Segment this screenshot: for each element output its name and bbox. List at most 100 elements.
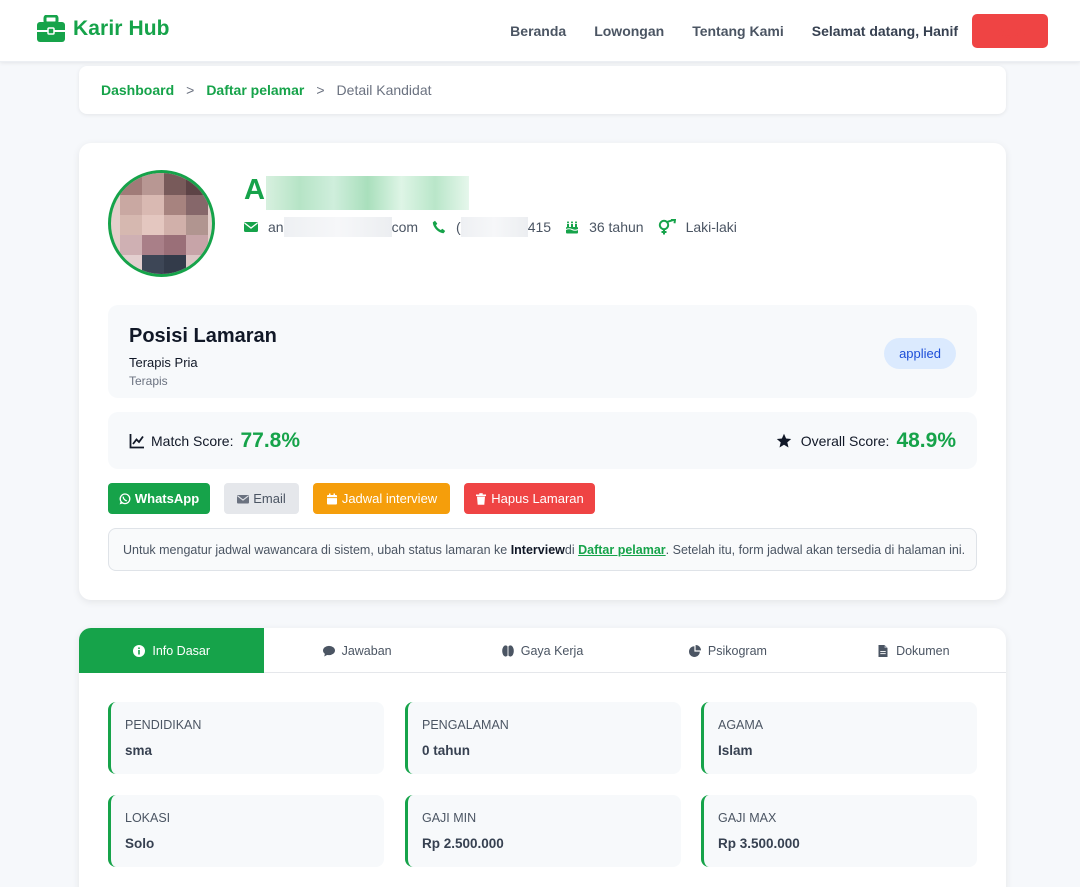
candidate-phone: (415 — [432, 217, 551, 237]
top-navbar: Karir Hub Beranda Lowongan Tentang Kami … — [0, 0, 1080, 62]
candidate-name: A — [244, 174, 265, 206]
tab-jawaban[interactable]: Jawaban — [264, 628, 449, 673]
field-value: Solo — [125, 836, 155, 851]
tab-jawaban-label: Jawaban — [341, 643, 392, 658]
breadcrumb-daftar-pelamar-link[interactable]: Daftar pelamar — [206, 82, 304, 98]
nav-links: Beranda Lowongan Tentang Kami Selamat da… — [510, 0, 1048, 62]
position-box: Posisi Lamaran Terapis Pria Terapis appl… — [108, 305, 977, 398]
breadcrumb-dashboard-link[interactable]: Dashboard — [101, 82, 174, 98]
candidate-email: an com — [244, 217, 418, 237]
chart-line-icon — [129, 433, 144, 448]
match-score-value: 77.8% — [240, 428, 301, 452]
field-value: Islam — [718, 743, 753, 758]
field-label: GAJI MAX — [718, 811, 777, 825]
file-icon — [878, 644, 888, 657]
nav-link-tentang-kami[interactable]: Tentang Kami — [692, 23, 784, 39]
whatsapp-icon — [119, 492, 131, 504]
calendar-icon — [326, 493, 337, 504]
field-pendidikan: PENDIDIKAN sma — [108, 702, 384, 774]
tab-psikogram[interactable]: Psikogram — [635, 628, 820, 673]
candidate-age: 36 tahun — [565, 219, 644, 235]
nav-link-lowongan[interactable]: Lowongan — [594, 23, 664, 39]
schedule-interview-label: Jadwal interview — [341, 491, 438, 506]
logout-button[interactable]: Logout — [972, 14, 1048, 48]
tab-gaya-kerja-label: Gaya Kerja — [520, 643, 584, 658]
field-label: GAJI MIN — [422, 811, 477, 825]
whatsapp-button[interactable]: WhatsApp — [108, 483, 210, 514]
field-pengalaman: PENGALAMAN 0 tahun — [405, 702, 681, 774]
tab-info-dasar-label: Info Dasar — [152, 643, 211, 658]
gender-text: Laki-laki — [685, 219, 737, 235]
age-text: 36 tahun — [589, 219, 644, 235]
brand-name: Karir Hub — [73, 17, 170, 40]
breadcrumb-current: Detail Kandidat — [336, 82, 432, 98]
field-value: 0 tahun — [422, 743, 471, 758]
field-label: LOKASI — [125, 811, 171, 825]
email-redaction — [283, 217, 392, 237]
field-gaji-max: GAJI MAX Rp 3.500.000 — [701, 795, 977, 867]
delete-application-button[interactable]: Hapus Lamaran — [464, 483, 595, 514]
candidate-avatar — [108, 170, 215, 277]
pie-chart-icon — [688, 644, 701, 657]
tab-dokumen-label: Dokumen — [896, 643, 950, 658]
candidate-detail-tabs-card: Info Dasar Jawaban Gaya Kerja Psikogram … — [79, 628, 1006, 887]
position-title: Posisi Lamaran — [129, 325, 277, 347]
candidate-name-redaction — [266, 176, 469, 210]
delete-application-label: Hapus Lamaran — [491, 491, 584, 506]
field-value: Rp 2.500.000 — [422, 836, 504, 851]
score-box: Match Score: 77.8% Overall Score: 48.9% — [108, 412, 977, 469]
interview-info-note: Untuk mengatur jadwal wawancara di siste… — [108, 528, 977, 571]
action-buttons: WhatsApp Email Jadwal interview Hapus La… — [108, 483, 609, 514]
info-circle-icon — [133, 644, 146, 657]
email-button-label: Email — [253, 491, 286, 506]
field-label: PENDIDIKAN — [125, 718, 202, 732]
note-text-part2: di — [564, 542, 575, 557]
briefcase-icon — [37, 15, 65, 42]
envelope-icon — [237, 494, 250, 503]
phone-redaction — [460, 217, 528, 237]
breadcrumb-separator: > — [316, 82, 325, 98]
status-badge: applied — [884, 338, 956, 369]
trash-icon — [476, 492, 487, 505]
email-end: com — [391, 219, 419, 235]
envelope-icon — [244, 222, 258, 232]
comment-icon — [322, 645, 335, 656]
brand-logo-link[interactable]: Karir Hub — [36, 15, 170, 43]
note-text-part3: . Setelah itu, form jadwal akan tersedia… — [665, 542, 966, 557]
tab-info-dasar[interactable]: Info Dasar — [79, 628, 265, 673]
note-text-part1: Untuk mengatur jadwal wawancara di siste… — [123, 542, 508, 557]
position-category: Terapis — [129, 374, 168, 388]
field-label: PENGALAMAN — [422, 718, 509, 732]
phone-end: 415 — [527, 219, 552, 235]
candidate-contact-row: an com (415 36 tahun Laki-laki — [244, 217, 751, 237]
brain-icon — [501, 644, 514, 657]
tab-dokumen[interactable]: Dokumen — [821, 628, 1006, 673]
tabs-bar: Info Dasar Jawaban Gaya Kerja Psikogram … — [79, 628, 1006, 673]
note-daftar-pelamar-link[interactable]: Daftar pelamar — [578, 543, 666, 557]
candidate-profile-card: A an com (415 36 tahun Laki-laki Posisi L… — [79, 143, 1006, 600]
star-icon — [776, 433, 791, 447]
overall-score: Overall Score: 48.9% — [776, 412, 956, 469]
tab-psikogram-label: Psikogram — [707, 643, 767, 658]
phone-icon — [432, 220, 446, 234]
field-gaji-min: GAJI MIN Rp 2.500.000 — [405, 795, 681, 867]
nav-link-beranda[interactable]: Beranda — [510, 23, 566, 39]
gender-icon — [658, 219, 676, 235]
user-greeting: Selamat datang, Hanif — [811, 23, 958, 39]
field-value: sma — [125, 743, 153, 758]
candidate-gender: Laki-laki — [658, 219, 737, 235]
tab-gaya-kerja[interactable]: Gaya Kerja — [450, 628, 635, 673]
overall-score-value: 48.9% — [896, 428, 956, 452]
field-agama: AGAMA Islam — [701, 702, 977, 774]
breadcrumb-separator: > — [186, 82, 195, 98]
match-score: Match Score: 77.8% — [129, 412, 300, 469]
note-bold-interview: Interview — [510, 542, 565, 557]
schedule-interview-button[interactable]: Jadwal interview — [313, 483, 450, 514]
position-name: Terapis Pria — [129, 355, 198, 370]
whatsapp-button-label: WhatsApp — [134, 491, 200, 506]
match-score-label: Match Score: — [151, 432, 234, 449]
email-button[interactable]: Email — [224, 483, 299, 514]
breadcrumb: Dashboard > Daftar pelamar > Detail Kand… — [79, 66, 1006, 114]
email-start: an — [268, 219, 284, 235]
overall-score-label: Overall Score: — [800, 432, 890, 449]
